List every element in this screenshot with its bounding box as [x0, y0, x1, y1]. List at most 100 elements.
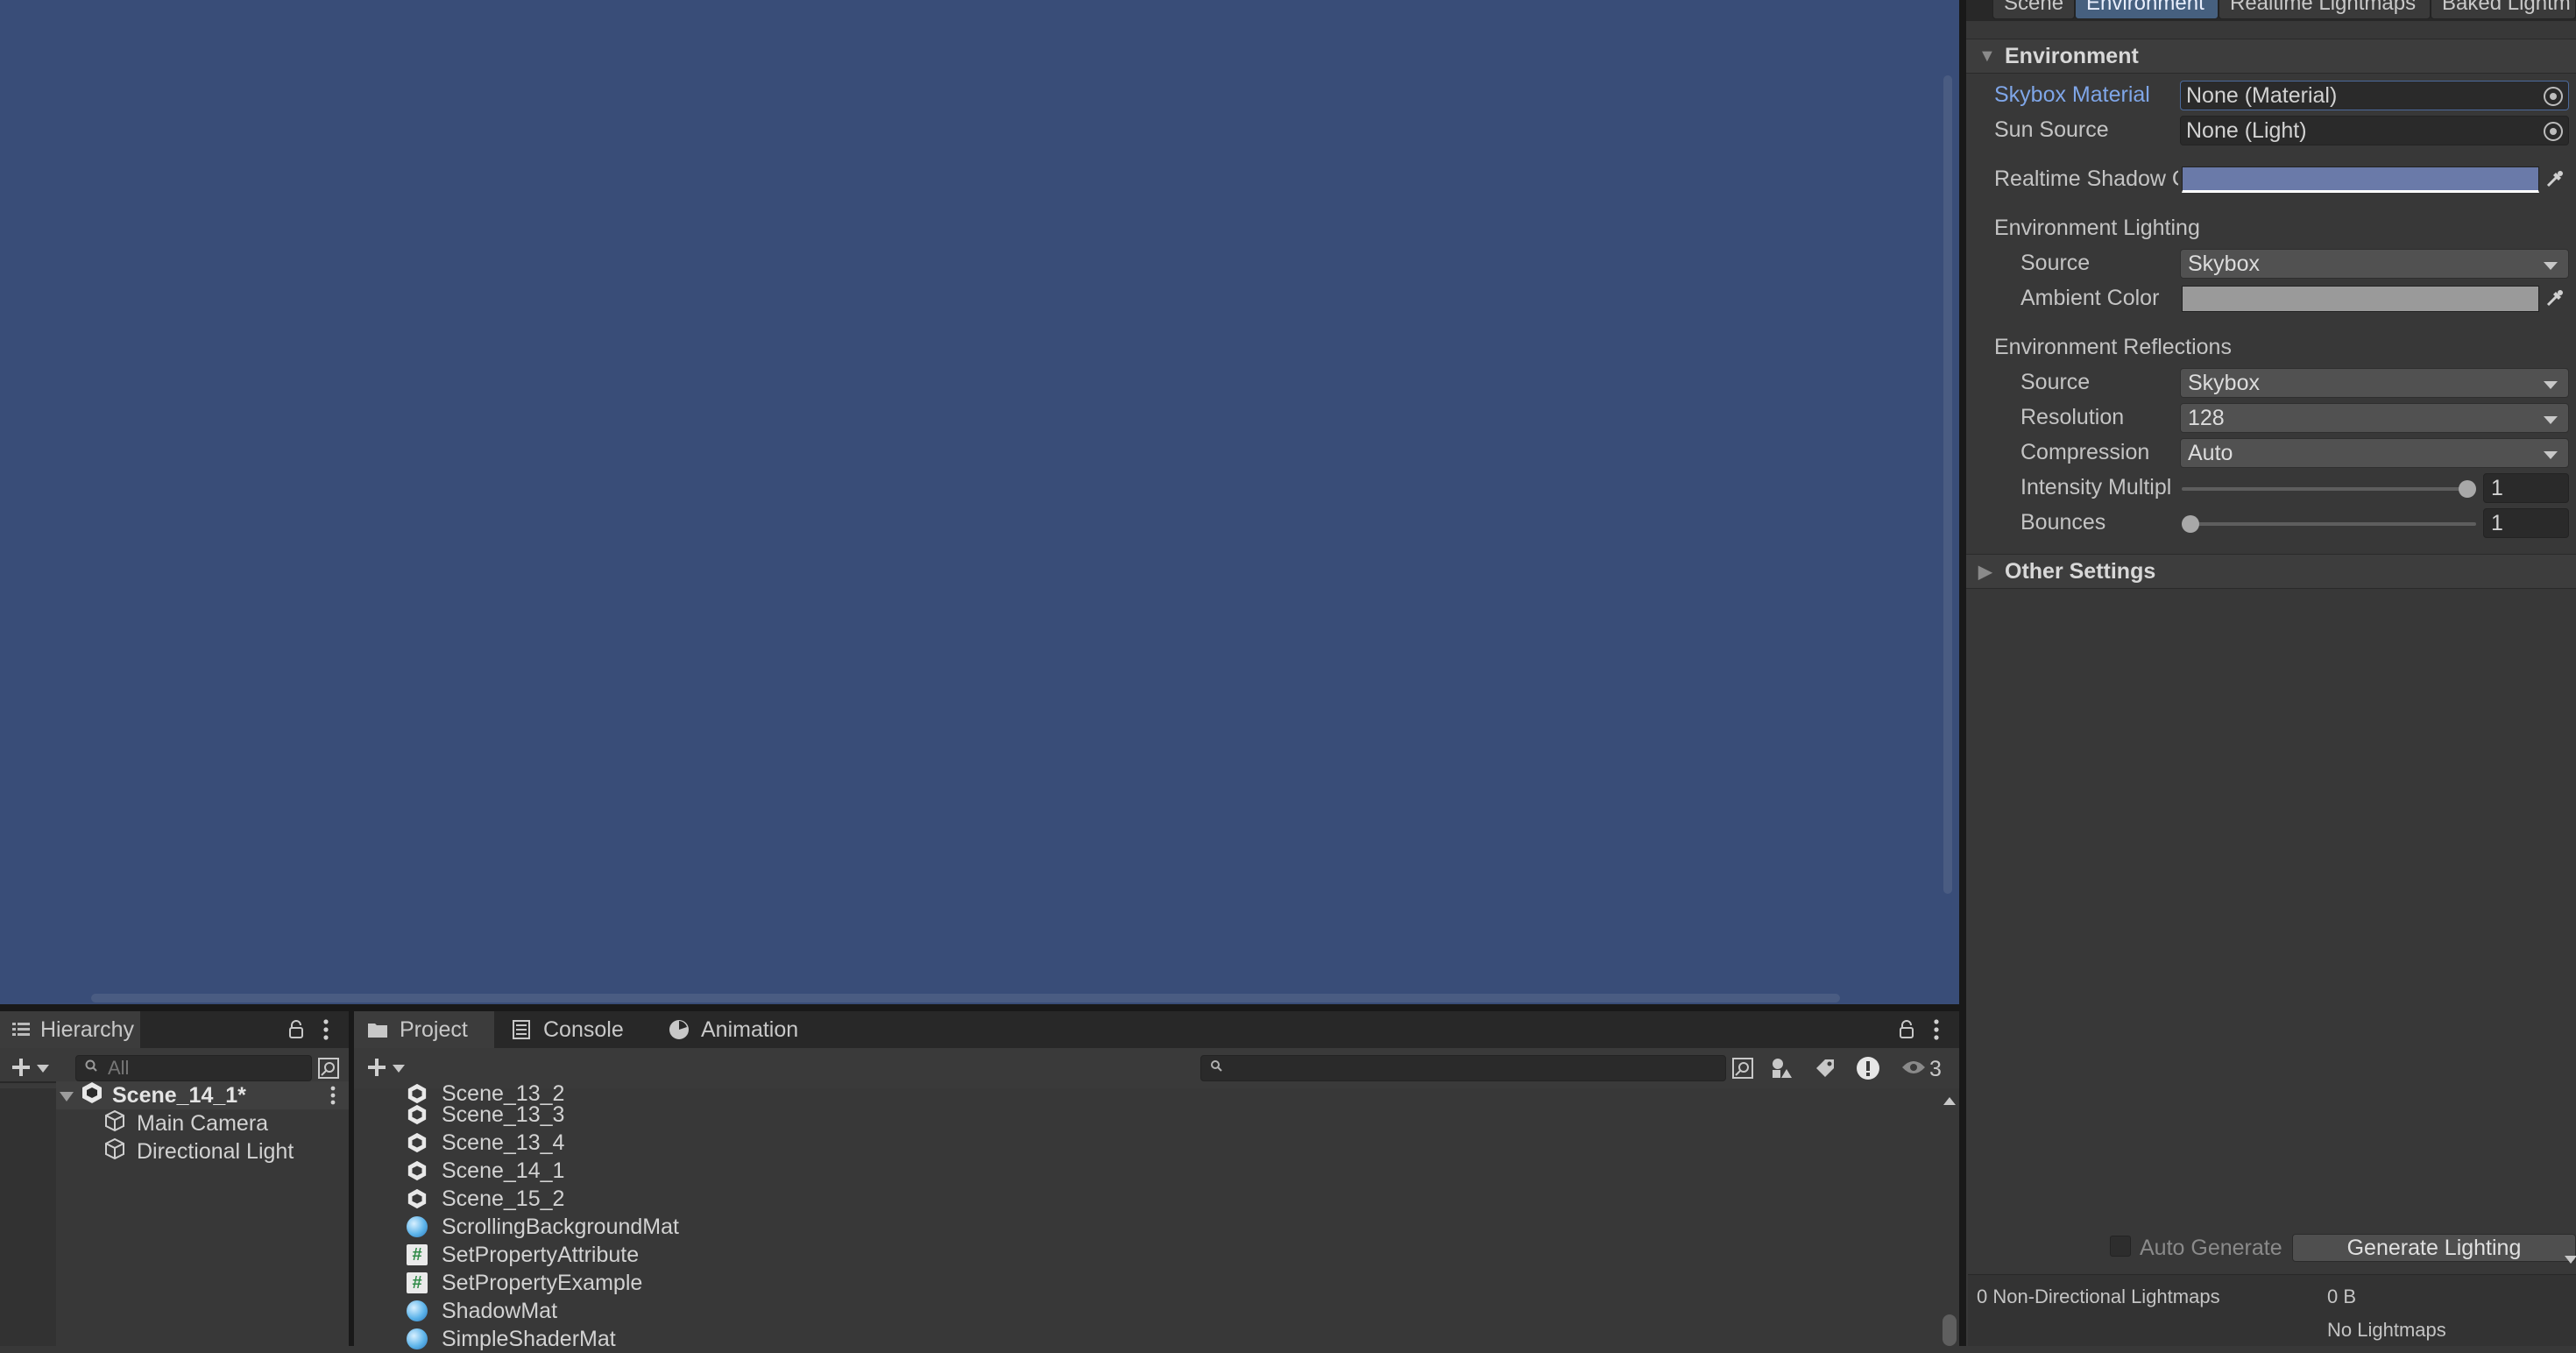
- number-value: 1: [2491, 510, 2503, 535]
- tab-realtime-lightmaps[interactable]: Realtime Lightmaps: [2219, 0, 2431, 19]
- add-dropdown[interactable]: [11, 1057, 49, 1082]
- tab-animation[interactable]: Animation: [655, 1011, 810, 1048]
- csharp-script-icon: #: [407, 1272, 428, 1293]
- filter-by-label-icon[interactable]: [1814, 1057, 1836, 1084]
- warning-icon[interactable]: [1856, 1056, 1880, 1085]
- scene-view[interactable]: [0, 0, 1959, 1004]
- project-item[interactable]: # SetPropertyExample: [407, 1269, 642, 1297]
- eyedropper-icon[interactable]: [2543, 166, 2567, 191]
- environment-foldout[interactable]: ▼ Environment: [1966, 39, 2576, 74]
- hierarchy-item-label: Directional Light: [137, 1138, 294, 1164]
- tab-console[interactable]: Console: [498, 1011, 636, 1048]
- scroll-up-icon[interactable]: [1943, 1094, 1956, 1109]
- reflections-source-dropdown[interactable]: Skybox: [2180, 368, 2569, 398]
- create-dropdown[interactable]: [366, 1057, 405, 1082]
- resolution-label: Resolution: [2020, 405, 2125, 429]
- panel-divider[interactable]: [0, 1004, 1959, 1011]
- project-item[interactable]: Scene_15_2: [407, 1185, 564, 1213]
- lightmap-stats-panel: 0 Non-Directional Lightmaps 0 B No Light…: [1968, 1274, 2576, 1346]
- lock-icon[interactable]: [1898, 1020, 1915, 1044]
- tab-lighting-environment[interactable]: Environment: [2075, 0, 2219, 19]
- auto-generate-checkbox[interactable]: [2110, 1236, 2131, 1257]
- scene-vertical-scrollbar[interactable]: [1943, 75, 1952, 894]
- filter-by-type-icon[interactable]: [1770, 1057, 1793, 1084]
- more-options-icon[interactable]: [322, 1018, 329, 1045]
- search-placeholder: All: [108, 1057, 130, 1079]
- tab-hierarchy-label: Hierarchy: [40, 1017, 134, 1042]
- other-settings-foldout[interactable]: ▶ Other Settings: [1966, 554, 2576, 589]
- hierarchy-search-field[interactable]: All: [75, 1055, 312, 1081]
- tab-hierarchy[interactable]: Hierarchy: [0, 1011, 140, 1048]
- scene-more-icon[interactable]: [329, 1085, 336, 1112]
- expand-arrow-icon[interactable]: [60, 1083, 74, 1109]
- compression-label: Compression: [2020, 440, 2150, 464]
- skybox-material-label: Skybox Material: [1994, 82, 2150, 107]
- unity-scene-icon: [407, 1160, 428, 1181]
- env-lighting-source-dropdown[interactable]: Skybox: [2180, 249, 2569, 279]
- unity-scene-icon: [81, 1081, 103, 1110]
- intensity-slider-knob[interactable]: [2459, 480, 2476, 498]
- sun-source-field[interactable]: None (Light): [2180, 116, 2569, 145]
- tab-baked-lightmaps[interactable]: Baked Lightm: [2431, 0, 2576, 19]
- dropdown-value: Auto: [2188, 440, 2233, 465]
- sun-source-label: Sun Source: [1994, 117, 2109, 142]
- auto-generate-label: Auto Generate: [2140, 1236, 2282, 1260]
- hierarchy-item-directional-light[interactable]: Directional Light: [103, 1137, 294, 1165]
- material-sphere-icon: [407, 1300, 428, 1321]
- search-scope-icon[interactable]: [1731, 1057, 1754, 1084]
- object-field-value: None (Light): [2186, 117, 2307, 143]
- plus-icon: [366, 1057, 387, 1082]
- section-title: Other Settings: [2005, 558, 2156, 584]
- lighting-window: [1966, 0, 2576, 1346]
- generate-lighting-button[interactable]: Generate Lighting: [2292, 1234, 2576, 1264]
- project-search-field[interactable]: [1200, 1055, 1726, 1081]
- scene-horizontal-scrollbar[interactable]: [91, 994, 1840, 1002]
- eyedropper-icon[interactable]: [2543, 286, 2567, 310]
- project-item[interactable]: ScrollingBackgroundMat: [407, 1213, 679, 1241]
- project-item[interactable]: Scene_13_3: [407, 1101, 564, 1129]
- tab-animation-label: Animation: [701, 1017, 799, 1042]
- project-item-label: Scene_13_4: [442, 1130, 565, 1155]
- lock-icon[interactable]: [287, 1020, 305, 1044]
- hidden-packages-count: 3: [1929, 1057, 1942, 1081]
- scene-search-icon[interactable]: [317, 1057, 340, 1084]
- project-item[interactable]: ShadowMat: [407, 1297, 557, 1325]
- chevron-down-icon[interactable]: [2565, 1245, 2576, 1271]
- project-item[interactable]: SimpleShaderMat: [407, 1325, 616, 1353]
- project-item[interactable]: Scene_13_4: [407, 1129, 564, 1157]
- panel-divider-vertical[interactable]: [1959, 0, 1966, 1346]
- hidden-packages-toggle[interactable]: 3: [1901, 1057, 1942, 1082]
- project-item-label: Scene_14_1: [442, 1158, 565, 1183]
- object-picker-icon[interactable]: [2544, 87, 2563, 106]
- project-item-label: ScrollingBackgroundMat: [442, 1214, 679, 1239]
- plus-icon: [11, 1057, 32, 1082]
- object-picker-icon[interactable]: [2544, 122, 2563, 141]
- tab-project-label: Project: [400, 1017, 468, 1042]
- bounces-slider-knob[interactable]: [2182, 515, 2199, 533]
- tab-console-label: Console: [543, 1017, 624, 1042]
- hierarchy-scene-row[interactable]: Scene_14_1*: [56, 1081, 349, 1109]
- csharp-script-icon: #: [407, 1244, 428, 1265]
- chevron-down-icon: [37, 1062, 49, 1078]
- foldout-open-icon: ▼: [1978, 46, 1996, 66]
- project-scroll-thumb[interactable]: [1943, 1314, 1957, 1346]
- tab-lighting-scene[interactable]: Scene: [1992, 0, 2075, 19]
- realtime-shadow-color-swatch[interactable]: [2182, 166, 2539, 193]
- intensity-slider-track[interactable]: [2182, 487, 2476, 491]
- project-item[interactable]: # SetPropertyAttribute: [407, 1241, 639, 1269]
- intensity-value-field[interactable]: 1: [2483, 473, 2569, 503]
- compression-dropdown[interactable]: Auto: [2180, 438, 2569, 468]
- tab-project[interactable]: Project: [354, 1011, 494, 1048]
- project-item-label: SetPropertyAttribute: [442, 1242, 640, 1267]
- skybox-material-field[interactable]: None (Material): [2180, 81, 2569, 110]
- project-item[interactable]: Scene_14_1: [407, 1157, 564, 1185]
- bounces-slider-track[interactable]: [2182, 522, 2476, 526]
- generate-lighting-label: Generate Lighting: [2346, 1235, 2522, 1260]
- resolution-dropdown[interactable]: 128: [2180, 403, 2569, 433]
- search-icon: [1210, 1059, 1224, 1078]
- ambient-color-swatch[interactable]: [2182, 286, 2539, 312]
- hierarchy-item-main-camera[interactable]: Main Camera: [103, 1109, 268, 1137]
- project-scrollbar[interactable]: [1940, 1088, 1959, 1346]
- bounces-value-field[interactable]: 1: [2483, 508, 2569, 538]
- more-options-icon[interactable]: [1933, 1018, 1940, 1045]
